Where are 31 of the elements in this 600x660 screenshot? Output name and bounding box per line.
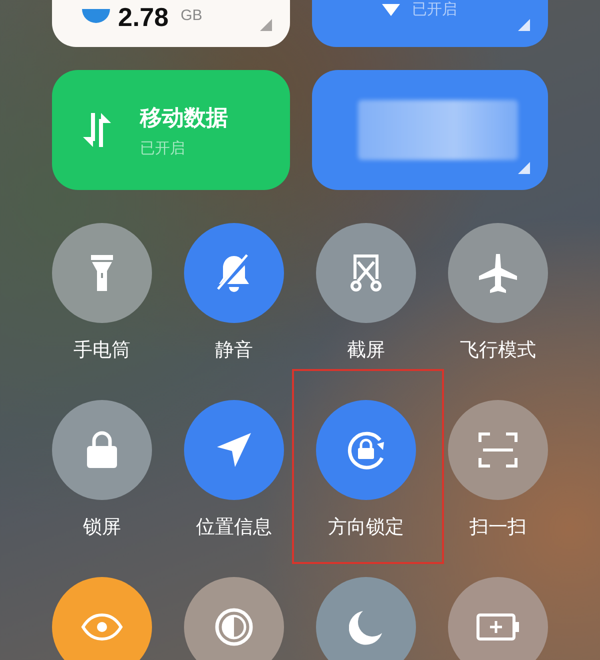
- moon-icon: [349, 609, 383, 645]
- corner-triangle-icon: [518, 19, 530, 31]
- flashlight-icon: [90, 253, 114, 293]
- scan-frame-icon: [478, 432, 518, 468]
- toggle-label: 截屏: [346, 339, 386, 363]
- contrast-icon: [214, 607, 254, 647]
- blurred-card[interactable]: [312, 70, 548, 190]
- data-usage-icon: [82, 9, 110, 23]
- usage-value: 2.78: [118, 2, 169, 32]
- navigation-arrow-icon: [215, 431, 253, 469]
- up-down-arrows-icon: [82, 111, 112, 149]
- battery-plus-icon: [476, 613, 520, 641]
- usage-unit: GB: [180, 7, 202, 25]
- toggle-label: 手电筒: [72, 339, 132, 363]
- toggle-label: 锁屏: [82, 516, 122, 540]
- toggle-label: 静音: [214, 339, 254, 363]
- toggle-card[interactable]: 移动数据 已开启: [52, 70, 290, 190]
- status-text: 已开启: [140, 138, 186, 158]
- corner-triangle-icon: [518, 162, 530, 174]
- airplane-icon: [478, 252, 518, 294]
- toggle-label: 飞行模式: [459, 339, 537, 363]
- card-title: 移动数据: [140, 104, 228, 132]
- eye-icon: [81, 613, 123, 641]
- status-text: 已开启: [412, 0, 457, 19]
- corner-triangle-icon: [260, 19, 272, 31]
- padlock-icon: [86, 431, 118, 469]
- toggle-label: 位置信息: [195, 516, 273, 540]
- toggle-card[interactable]: 已开启: [312, 0, 548, 47]
- toggle-label: 方向锁定: [327, 516, 405, 540]
- data-usage-card[interactable]: 2.78 GB: [52, 0, 290, 47]
- toggle-label: 扫一扫: [468, 516, 528, 540]
